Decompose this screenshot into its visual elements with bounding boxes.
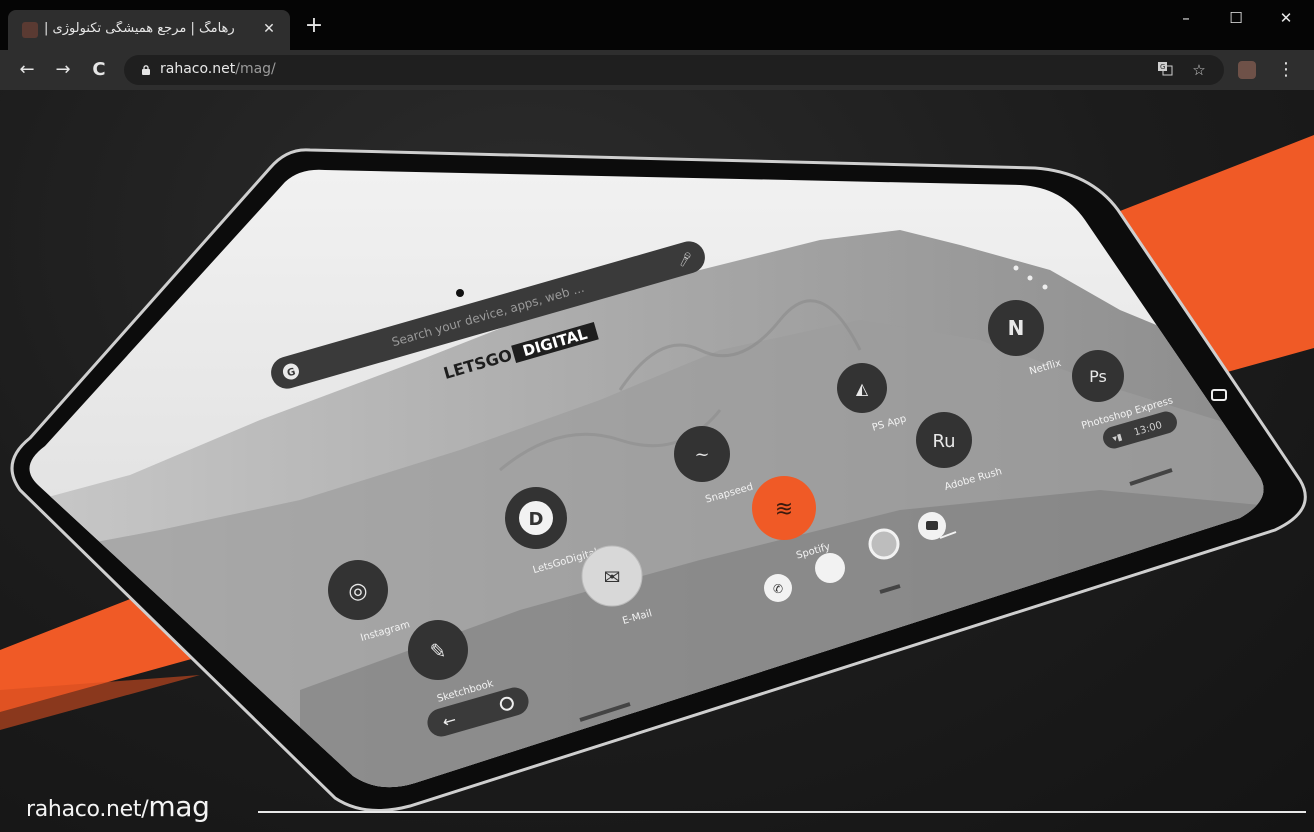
svg-text:◎: ◎ [348, 579, 367, 604]
address-bar[interactable]: rahaco.net/mag/ G ☆ [124, 55, 1224, 85]
svg-text:~: ~ [694, 444, 709, 465]
forward-button[interactable]: → [50, 58, 76, 82]
watermark: rahaco.net/mag [26, 790, 210, 823]
star-icon[interactable]: ☆ [1188, 60, 1210, 80]
svg-text:Ps: Ps [1089, 367, 1107, 386]
maximize-button[interactable]: ☐ [1216, 6, 1256, 30]
svg-text:Ru: Ru [932, 431, 955, 452]
reload-button[interactable]: C [86, 58, 112, 82]
front-camera [456, 289, 464, 297]
translate-icon[interactable]: G [1154, 60, 1176, 80]
svg-text:✉: ✉ [604, 565, 621, 589]
tab-close-icon[interactable]: ✕ [260, 19, 278, 39]
browser-toolbar: ← → C rahaco.net/mag/ G ☆ ⋮ [0, 50, 1314, 90]
hero-image: G Search your device, apps, web ... 🎤︎ L… [0, 90, 1314, 832]
watermark-underline [258, 811, 1306, 813]
tab-title: رهامگ | مرجع همیشگی تکنولوژی | [44, 21, 235, 36]
url-text: rahaco.net/mag/ [160, 61, 276, 77]
extension-icon[interactable] [1238, 61, 1256, 79]
chat-icon[interactable] [815, 553, 845, 583]
browser-tab[interactable]: رهامگ | مرجع همیشگی تکنولوژی | ✕ [8, 10, 290, 50]
minimize-button[interactable]: – [1166, 6, 1206, 30]
lock-icon [142, 65, 150, 75]
svg-text:✆: ✆ [773, 582, 783, 596]
svg-text:N: N [1008, 316, 1025, 340]
new-tab-button[interactable]: + [302, 14, 326, 38]
chrome-icon[interactable] [868, 528, 900, 560]
close-window-button[interactable]: ✕ [1266, 6, 1306, 30]
menu-icon[interactable]: ⋮ [1276, 58, 1296, 82]
svg-text:◭: ◭ [856, 379, 869, 398]
favicon-icon [22, 22, 38, 38]
svg-text:✎: ✎ [430, 639, 447, 663]
browser-titlebar: رهامگ | مرجع همیشگی تکنولوژی | ✕ + – ☐ ✕ [0, 0, 1314, 50]
svg-text:D: D [529, 509, 544, 530]
tablet-illustration: G Search your device, apps, web ... 🎤︎ L… [0, 135, 1314, 812]
back-button[interactable]: ← [14, 58, 40, 82]
svg-text:≋: ≋ [775, 497, 793, 522]
svg-text:G: G [1160, 63, 1165, 71]
